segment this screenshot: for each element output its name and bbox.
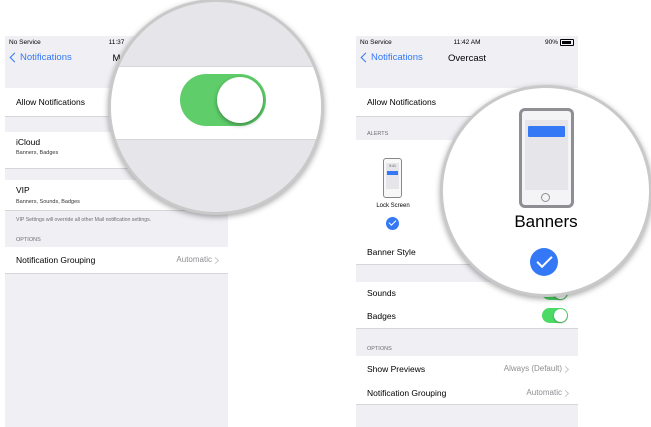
battery-icon [560,39,574,46]
magnifier-banners: Banners [440,85,651,297]
notification-grouping-row[interactable]: Notification Grouping Automatic [356,380,578,405]
status-bar: No Service 11:42 AM 90% [356,36,578,50]
battery-percent: 90% [544,39,558,46]
notification-grouping-value: Automatic [176,255,212,264]
banner-style-label: Banner Style [367,247,416,257]
vip-label: VIP [16,185,30,195]
badges-toggle[interactable] [542,308,568,323]
chevron-right-icon [561,389,570,398]
badges-row: Badges [356,304,578,329]
icloud-label: iCloud [16,137,41,147]
chevron-right-icon [211,256,220,265]
battery-indicator: 90% [545,39,574,46]
allow-notifications-toggle[interactable] [180,74,266,126]
banner-preview [528,126,565,137]
badges-label: Badges [367,311,396,321]
notification-grouping-label: Notification Grouping [16,255,96,265]
nav-title: Overcast [447,53,486,64]
allow-notifications-label: Allow Notifications [367,97,436,107]
magnifier-allow-notifications [108,0,324,215]
toggle-knob [217,77,263,123]
notification-grouping-value: Automatic [526,388,562,397]
show-previews-row[interactable]: Show Previews Always (Default) [356,356,578,381]
banners-option[interactable] [519,108,574,208]
options-section-header: OPTIONS [367,346,392,352]
show-previews-label: Show Previews [367,364,426,374]
home-button-icon [541,193,550,202]
lock-screen-time: 9:41 [389,164,396,168]
banners-checkmark-icon[interactable] [530,248,558,276]
allow-notifications-label: Allow Notifications [16,97,85,107]
lock-screen-option[interactable]: 9:41 [383,158,402,198]
vip-sub: Banners, Sounds, Badges [16,199,80,205]
alerts-section-header: ALERTS [367,131,389,137]
options-section-header: OPTIONS [16,237,41,243]
notification-grouping-row[interactable]: Notification Grouping Automatic [5,247,228,274]
sounds-label: Sounds [367,288,396,298]
icloud-sub: Banners, Badges [16,150,59,156]
lock-screen-checkmark-icon[interactable] [386,217,399,230]
banner-preview [387,171,398,175]
banners-caption: Banners [514,212,578,231]
nav-bar: Notifications Overcast [356,50,578,70]
notification-grouping-label: Notification Grouping [367,388,447,398]
show-previews-value: Always (Default) [503,364,562,373]
lock-screen-caption: Lock Screen [376,203,410,209]
vip-footer-note: VIP Settings will override all other Mai… [16,217,152,223]
chevron-right-icon [561,365,570,374]
